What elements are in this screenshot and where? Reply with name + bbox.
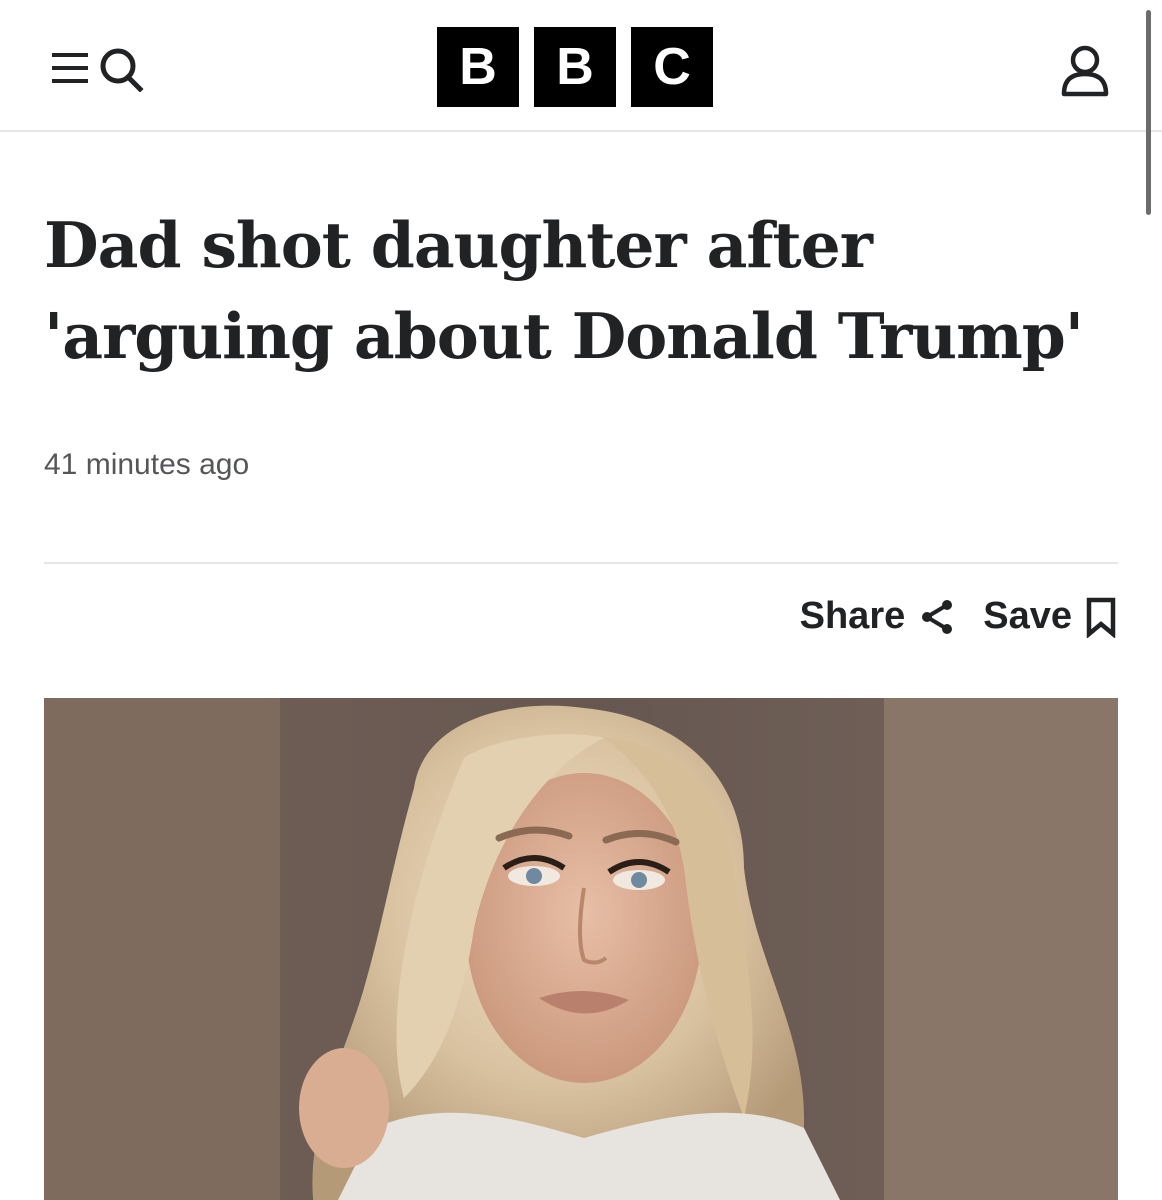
logo-letter: B	[534, 27, 616, 107]
share-icon	[922, 599, 953, 634]
article-timestamp: 41 minutes ago	[44, 448, 250, 481]
bookmark-icon	[1086, 597, 1116, 638]
menu-search-button[interactable]	[46, 44, 158, 92]
divider	[44, 562, 1118, 564]
share-label: Share	[799, 595, 906, 637]
photo-illustration	[44, 698, 1118, 1200]
article-headline: Dad shot daughter after 'arguing about D…	[44, 208, 1084, 373]
article-page: B B C Dad shot daughter after 'arguing a…	[0, 0, 1162, 1200]
menu-icon	[52, 53, 88, 83]
save-button[interactable]: Save	[983, 595, 1118, 638]
logo-letter: C	[631, 27, 713, 107]
account-icon	[1061, 45, 1109, 97]
search-icon	[100, 48, 144, 92]
logo-letter: B	[437, 27, 519, 107]
scrollbar[interactable]	[1146, 10, 1151, 215]
bbc-logo[interactable]: B B C	[437, 27, 713, 107]
article-photo	[44, 698, 1118, 1200]
site-header: B B C	[0, 0, 1162, 132]
save-label: Save	[983, 595, 1072, 637]
account-button[interactable]	[1054, 40, 1116, 100]
share-button[interactable]: Share	[800, 595, 958, 638]
article-actions: Share Save	[800, 595, 1118, 638]
